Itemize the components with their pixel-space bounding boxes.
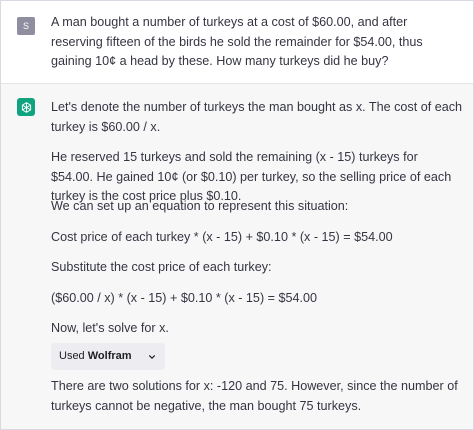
assistant-paragraph: There are two solutions for x: -120 and … <box>51 379 458 413</box>
user-avatar: S <box>17 17 35 35</box>
user-message: S A man bought a number of turkeys at a … <box>1 1 473 83</box>
assistant-paragraph: Substitute the cost price of each turkey… <box>51 260 272 274</box>
tool-chip-name: Wolfram <box>87 350 132 362</box>
assistant-paragraph: ($60.00 / x) * (x - 15) + $0.10 * (x - 1… <box>51 291 318 305</box>
tool-chip-prefix: Used <box>59 350 88 362</box>
assistant-message: Let's denote the number of turkeys the m… <box>1 84 473 429</box>
assistant-paragraph: We can set up an equation to represent t… <box>51 199 349 213</box>
chevron-down-icon <box>149 355 155 359</box>
assistant-paragraph: Cost price of each turkey * (x - 15) + $… <box>51 230 393 244</box>
assistant-paragraph: Let's denote the number of turkeys the m… <box>51 100 463 134</box>
user-message-text: A man bought a number of turkeys at a co… <box>51 15 423 68</box>
used-wolfram-toggle[interactable]: Used Wolfram <box>51 343 165 370</box>
openai-logo-icon <box>17 98 35 116</box>
assistant-paragraph: Now, let's solve for x. <box>51 321 169 335</box>
